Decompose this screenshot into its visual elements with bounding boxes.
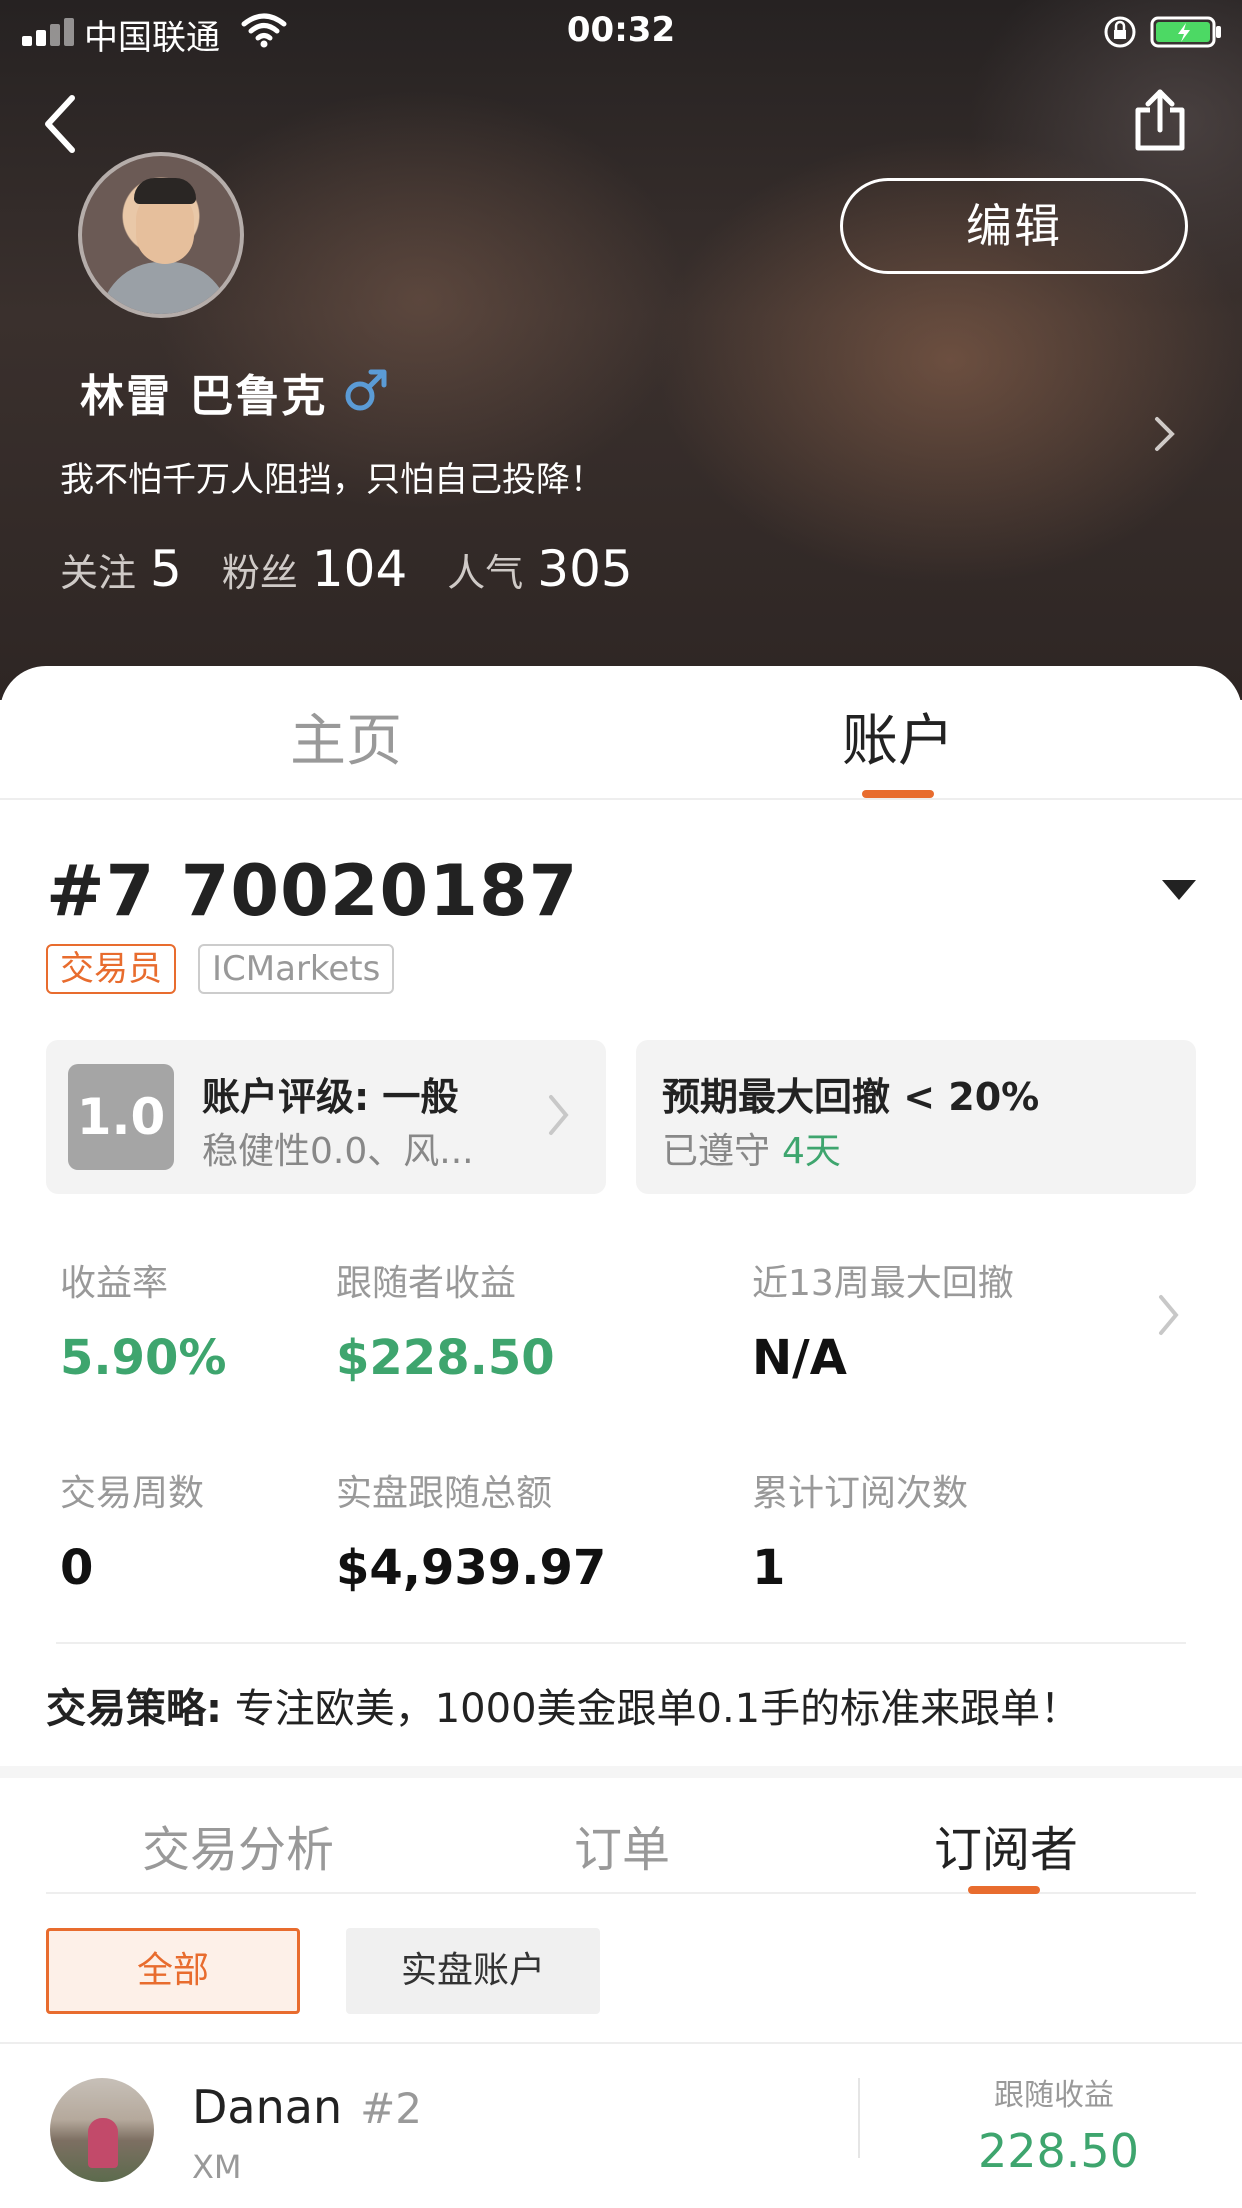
user-avatar[interactable] (78, 152, 244, 318)
popularity-label: 人气 (447, 551, 524, 595)
metric-value-return-rate: 5.90% (60, 1330, 227, 1386)
main-tab-bar: 主页 账户 (0, 666, 1242, 800)
male-gender-icon (345, 369, 387, 411)
share-icon[interactable] (1132, 88, 1188, 152)
section-separator (0, 1766, 1242, 1778)
metric-label-return-rate: 收益率 (60, 1263, 169, 1304)
drawdown-title: 预期最大回撤 < 20% (662, 1075, 1040, 1119)
earnings-value: 228.50 (978, 2124, 1139, 2178)
expected-drawdown-card: 预期最大回撤 < 20% 已遵守 4天 (636, 1040, 1196, 1194)
subscriber-rank: #2 (360, 2084, 423, 2133)
following-label[interactable]: 关注 (60, 551, 136, 595)
drawdown-kept: 已遵守 4天 (662, 1122, 841, 1174)
tab-trade-analysis[interactable]: 交易分析 (142, 1810, 334, 1880)
metric-value-max-drawdown: N/A (752, 1330, 847, 1386)
metric-value-trading-weeks: 0 (60, 1540, 94, 1596)
user-name: 林雷 巴鲁克 (80, 371, 328, 422)
active-subtab-indicator (968, 1886, 1040, 1894)
kept-days: 4天 (782, 1131, 841, 1172)
metric-label-trading-weeks: 交易周数 (60, 1473, 205, 1514)
popularity-count: 305 (537, 540, 633, 598)
broker-tag: ICMarkets (198, 944, 395, 994)
subscriber-name: Danan (192, 2080, 343, 2134)
tab-home[interactable]: 主页 (290, 696, 402, 777)
back-arrow-icon[interactable] (38, 92, 82, 156)
metric-label-total-follow-amount: 实盘跟随总额 (336, 1473, 553, 1514)
rating-subtitle: 稳健性0.0、风... (202, 1131, 474, 1172)
tab-subscribers[interactable]: 订阅者 (934, 1810, 1078, 1880)
subscriber-broker: XM (192, 2148, 242, 2186)
edit-profile-button[interactable]: 编辑 (840, 178, 1188, 274)
battery-icon (1150, 16, 1221, 48)
filter-real-account-button[interactable]: 实盘账户 (346, 1928, 600, 2014)
clock: 00:32 (566, 10, 676, 50)
account-number: #7 70020187 (46, 850, 579, 932)
following-count[interactable]: 5 (150, 540, 182, 598)
account-sheet: 主页 账户 #7 70020187 交易员 ICMarkets 1.0 账户评级… (0, 666, 1242, 2208)
divider (858, 2078, 860, 2158)
chevron-right-icon[interactable] (1152, 414, 1178, 454)
metric-label-max-drawdown: 近13周最大回撤 (752, 1263, 1014, 1304)
profile-header: 中国联通 00:32 编辑 林雷 巴鲁克 我不怕千万人阻挡，只怕自己投降！ 关注… (0, 0, 1242, 700)
subscriber-name-line: Danan #2 (192, 2080, 422, 2134)
metric-label-follower-earnings: 跟随者收益 (336, 1263, 517, 1304)
fans-label[interactable]: 粉丝 (222, 551, 298, 595)
dropdown-triangle-icon[interactable] (1160, 878, 1198, 902)
rating-score: 1.0 (68, 1064, 174, 1170)
metric-label-subscription-count: 累计订阅次数 (752, 1473, 969, 1514)
rotation-lock-icon (1104, 16, 1136, 48)
kept-label: 已遵守 (662, 1131, 771, 1172)
status-bar: 中国联通 00:32 (0, 0, 1242, 62)
user-bio: 我不怕千万人阻挡，只怕自己投降！ (60, 460, 604, 500)
chevron-right-icon[interactable] (1156, 1292, 1182, 1338)
metric-value-total-follow-amount: $4,939.97 (336, 1540, 607, 1596)
divider (56, 1642, 1186, 1644)
trading-strategy: 交易策略: 专注欧美，1000美金跟单0.1手的标准来跟单！ (46, 1676, 1080, 1734)
fans-count[interactable]: 104 (312, 540, 407, 598)
strategy-text: 专注欧美，1000美金跟单0.1手的标准来跟单！ (234, 1686, 1081, 1732)
sub-tab-bar: 交易分析 订单 订阅者 (46, 1778, 1196, 1894)
tab-account[interactable]: 账户 (842, 696, 954, 777)
account-rating-card[interactable]: 1.0 账户评级: 一般 稳健性0.0、风... (46, 1040, 606, 1194)
chevron-right-icon (549, 1095, 569, 1135)
rating-title: 账户评级: 一般 (202, 1075, 459, 1119)
subscriber-avatar[interactable] (50, 2078, 154, 2182)
subscriber-row[interactable]: Danan #2 XM 跟随收益 228.50 (0, 2044, 1242, 2208)
role-tag: 交易员 (46, 944, 176, 994)
active-tab-indicator (862, 790, 934, 798)
tab-orders[interactable]: 订单 (574, 1810, 670, 1880)
earnings-label: 跟随收益 (994, 2078, 1114, 2113)
filter-all-button[interactable]: 全部 (46, 1928, 300, 2014)
metric-value-follower-earnings: $228.50 (336, 1330, 555, 1386)
metric-value-subscription-count: 1 (752, 1540, 786, 1596)
profile-stats: 关注 5 粉丝 104 人气 305 (60, 540, 673, 598)
strategy-label: 交易策略: (46, 1686, 222, 1732)
